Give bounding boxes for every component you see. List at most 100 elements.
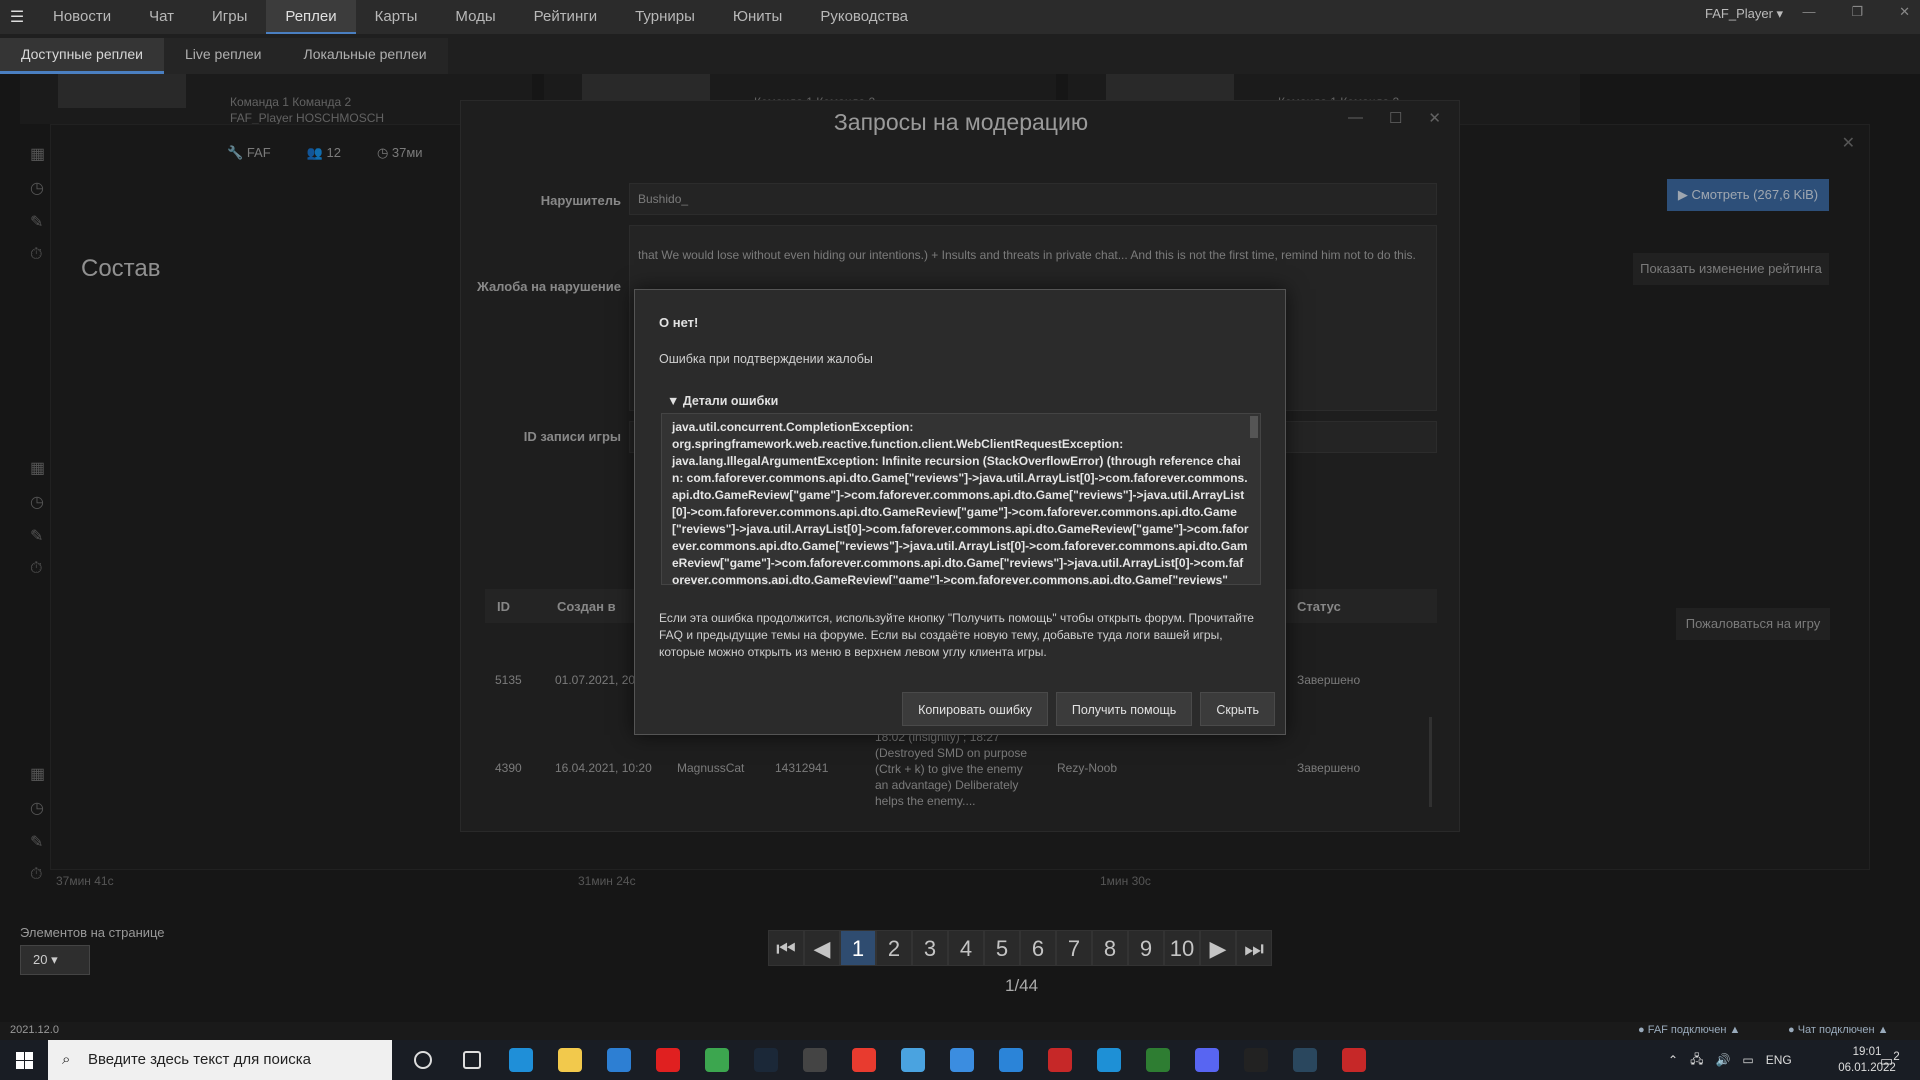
- nav-item[interactable]: Юниты: [714, 0, 801, 34]
- hamburger-icon[interactable]: ☰: [0, 7, 34, 27]
- opera-icon[interactable]: [643, 1040, 692, 1080]
- chat-status[interactable]: ● Чат подключен ▲: [1788, 1024, 1888, 1036]
- file-explorer-icon-glyph: [557, 1048, 582, 1072]
- nav-item[interactable]: Новости: [34, 0, 130, 34]
- page-button[interactable]: 1: [840, 930, 876, 966]
- skype-icon-glyph: [1096, 1048, 1121, 1072]
- version: 2021.12.0: [10, 1024, 59, 1036]
- folder-icon[interactable]: [888, 1040, 937, 1080]
- subtab[interactable]: Доступные реплеи: [0, 38, 164, 74]
- chrome-icon[interactable]: [692, 1040, 741, 1080]
- prev-page-button[interactable]: ◀: [804, 930, 840, 966]
- minimize-icon[interactable]: —: [1802, 4, 1815, 20]
- dialog-title: О нет!: [659, 315, 699, 330]
- hide-button[interactable]: Скрыть: [1200, 692, 1275, 726]
- steam-icon[interactable]: [1280, 1040, 1329, 1080]
- subtab[interactable]: Локальные реплеи: [283, 38, 448, 74]
- windows-start-icon[interactable]: [0, 1040, 48, 1080]
- system-tray: ⌃ 🖧 🔊 ▭ ENG: [1668, 1040, 1792, 1080]
- faf-icon-glyph: [1243, 1048, 1268, 1072]
- help-text: Если эта ошибка продолжится, используйте…: [659, 611, 1254, 659]
- page-button[interactable]: 3: [912, 930, 948, 966]
- skype-icon[interactable]: [1084, 1040, 1133, 1080]
- error-message: Ошибка при подтверждении жалобы: [659, 352, 873, 366]
- top-nav-bar: ☰ Новости Чат Игры Реплеи Карты Моды Рейтинги Т…: [0, 0, 1920, 34]
- error-details-box[interactable]: java.util.concurrent.CompletionException…: [661, 413, 1261, 585]
- last-page-button[interactable]: ⏭: [1236, 930, 1272, 966]
- scrollbar[interactable]: [1250, 416, 1258, 438]
- chevron-up-icon[interactable]: ⌃: [1668, 1053, 1678, 1067]
- network-icon[interactable]: 🖧: [1690, 1050, 1703, 1071]
- page-button[interactable]: 10: [1164, 930, 1200, 966]
- app-icon-glyph: [949, 1048, 974, 1072]
- file-explorer-icon[interactable]: [545, 1040, 594, 1080]
- page-button[interactable]: 2: [876, 930, 912, 966]
- page-button[interactable]: 4: [948, 930, 984, 966]
- user-menu[interactable]: FAF_Player ▾: [1705, 6, 1783, 22]
- nav-item[interactable]: Руководства: [801, 0, 927, 34]
- yandex-icon[interactable]: [839, 1040, 888, 1080]
- page-button[interactable]: 6: [1020, 930, 1056, 966]
- cortana-icon[interactable]: [398, 1040, 447, 1080]
- nav-item[interactable]: Моды: [436, 0, 514, 34]
- status-bar: 2021.12.0 ● FAF подключен ▲ ● Чат подклю…: [0, 1022, 1920, 1040]
- app-icon[interactable]: [1035, 1040, 1084, 1080]
- yandex-icon-glyph: [851, 1048, 876, 1072]
- chrome-icon-glyph: [704, 1048, 729, 1072]
- search-placeholder: Введите здесь текст для поиска: [88, 1051, 311, 1068]
- task-view-icon[interactable]: [447, 1040, 496, 1080]
- copy-error-button[interactable]: Копировать ошибку: [902, 692, 1048, 726]
- faf-status[interactable]: ● FAF подключен ▲: [1638, 1024, 1740, 1036]
- dialog-buttons: Копировать ошибку Получить помощь Скрыть: [902, 692, 1275, 726]
- search-icon: ⌕: [62, 1051, 71, 1068]
- next-page-button[interactable]: ▶: [1200, 930, 1236, 966]
- app-icon[interactable]: [937, 1040, 986, 1080]
- per-page-select[interactable]: 20 ▾: [20, 945, 90, 975]
- nav-item[interactable]: Реплеи: [266, 0, 356, 34]
- notif-count: 2: [1893, 1050, 1900, 1063]
- discord-icon[interactable]: [1182, 1040, 1231, 1080]
- page-button[interactable]: 8: [1092, 930, 1128, 966]
- edge-icon-glyph: [508, 1048, 533, 1072]
- steam-icon[interactable]: [741, 1040, 790, 1080]
- taskbar-search-input[interactable]: ⌕ Введите здесь текст для поиска: [48, 1040, 392, 1080]
- language-indicator[interactable]: ENG: [1766, 1053, 1792, 1067]
- app-icon-glyph: [1047, 1048, 1072, 1072]
- close-icon[interactable]: ✕: [1899, 4, 1910, 20]
- faf-icon[interactable]: [1231, 1040, 1280, 1080]
- details-toggle[interactable]: ▼ Детали ошибки: [667, 394, 778, 408]
- notifications-icon[interactable]: ▭2: [1880, 1050, 1900, 1070]
- taskbar-apps: [398, 1040, 1378, 1080]
- mail-icon[interactable]: [594, 1040, 643, 1080]
- steam-icon-glyph: [1292, 1048, 1317, 1072]
- subtab[interactable]: Live реплеи: [164, 38, 283, 74]
- nav-item[interactable]: Рейтинги: [515, 0, 616, 34]
- restore-icon[interactable]: ❐: [1851, 4, 1863, 20]
- opera-icon-glyph: [655, 1048, 680, 1072]
- app-icon[interactable]: [790, 1040, 839, 1080]
- page-button[interactable]: 7: [1056, 930, 1092, 966]
- upwork-icon[interactable]: [1133, 1040, 1182, 1080]
- taskbar: ⌕ Введите здесь текст для поиска ⌃ 🖧 🔊 ▭…: [0, 1040, 1920, 1080]
- per-page-label: Элементов на странице: [20, 925, 165, 940]
- game-icon[interactable]: [1329, 1040, 1378, 1080]
- app-icon-glyph: [802, 1048, 827, 1072]
- nav-item[interactable]: Игры: [193, 0, 266, 34]
- error-dialog: О нет! Ошибка при подтверждении жалобы ▼…: [634, 289, 1286, 735]
- ccleaner-icon[interactable]: [986, 1040, 1035, 1080]
- window-controls: — ❐ ✕: [1802, 4, 1910, 20]
- get-help-button[interactable]: Получить помощь: [1055, 692, 1193, 726]
- monitor-icon[interactable]: ▭: [1742, 1053, 1753, 1067]
- volume-icon[interactable]: 🔊: [1715, 1053, 1730, 1067]
- page-button[interactable]: 5: [984, 930, 1020, 966]
- first-page-button[interactable]: ⏮: [768, 930, 804, 966]
- cortana-icon-glyph: [413, 1051, 432, 1069]
- nav-item[interactable]: Турниры: [616, 0, 714, 34]
- edge-icon[interactable]: [496, 1040, 545, 1080]
- nav-item[interactable]: Карты: [356, 0, 437, 34]
- page-count: 1/44: [1005, 976, 1039, 995]
- task-view-icon-glyph: [462, 1051, 481, 1069]
- main-nav: Новости Чат Игры Реплеи Карты Моды Рейтинги Тур…: [34, 0, 927, 34]
- page-button[interactable]: 9: [1128, 930, 1164, 966]
- nav-item[interactable]: Чат: [130, 0, 193, 34]
